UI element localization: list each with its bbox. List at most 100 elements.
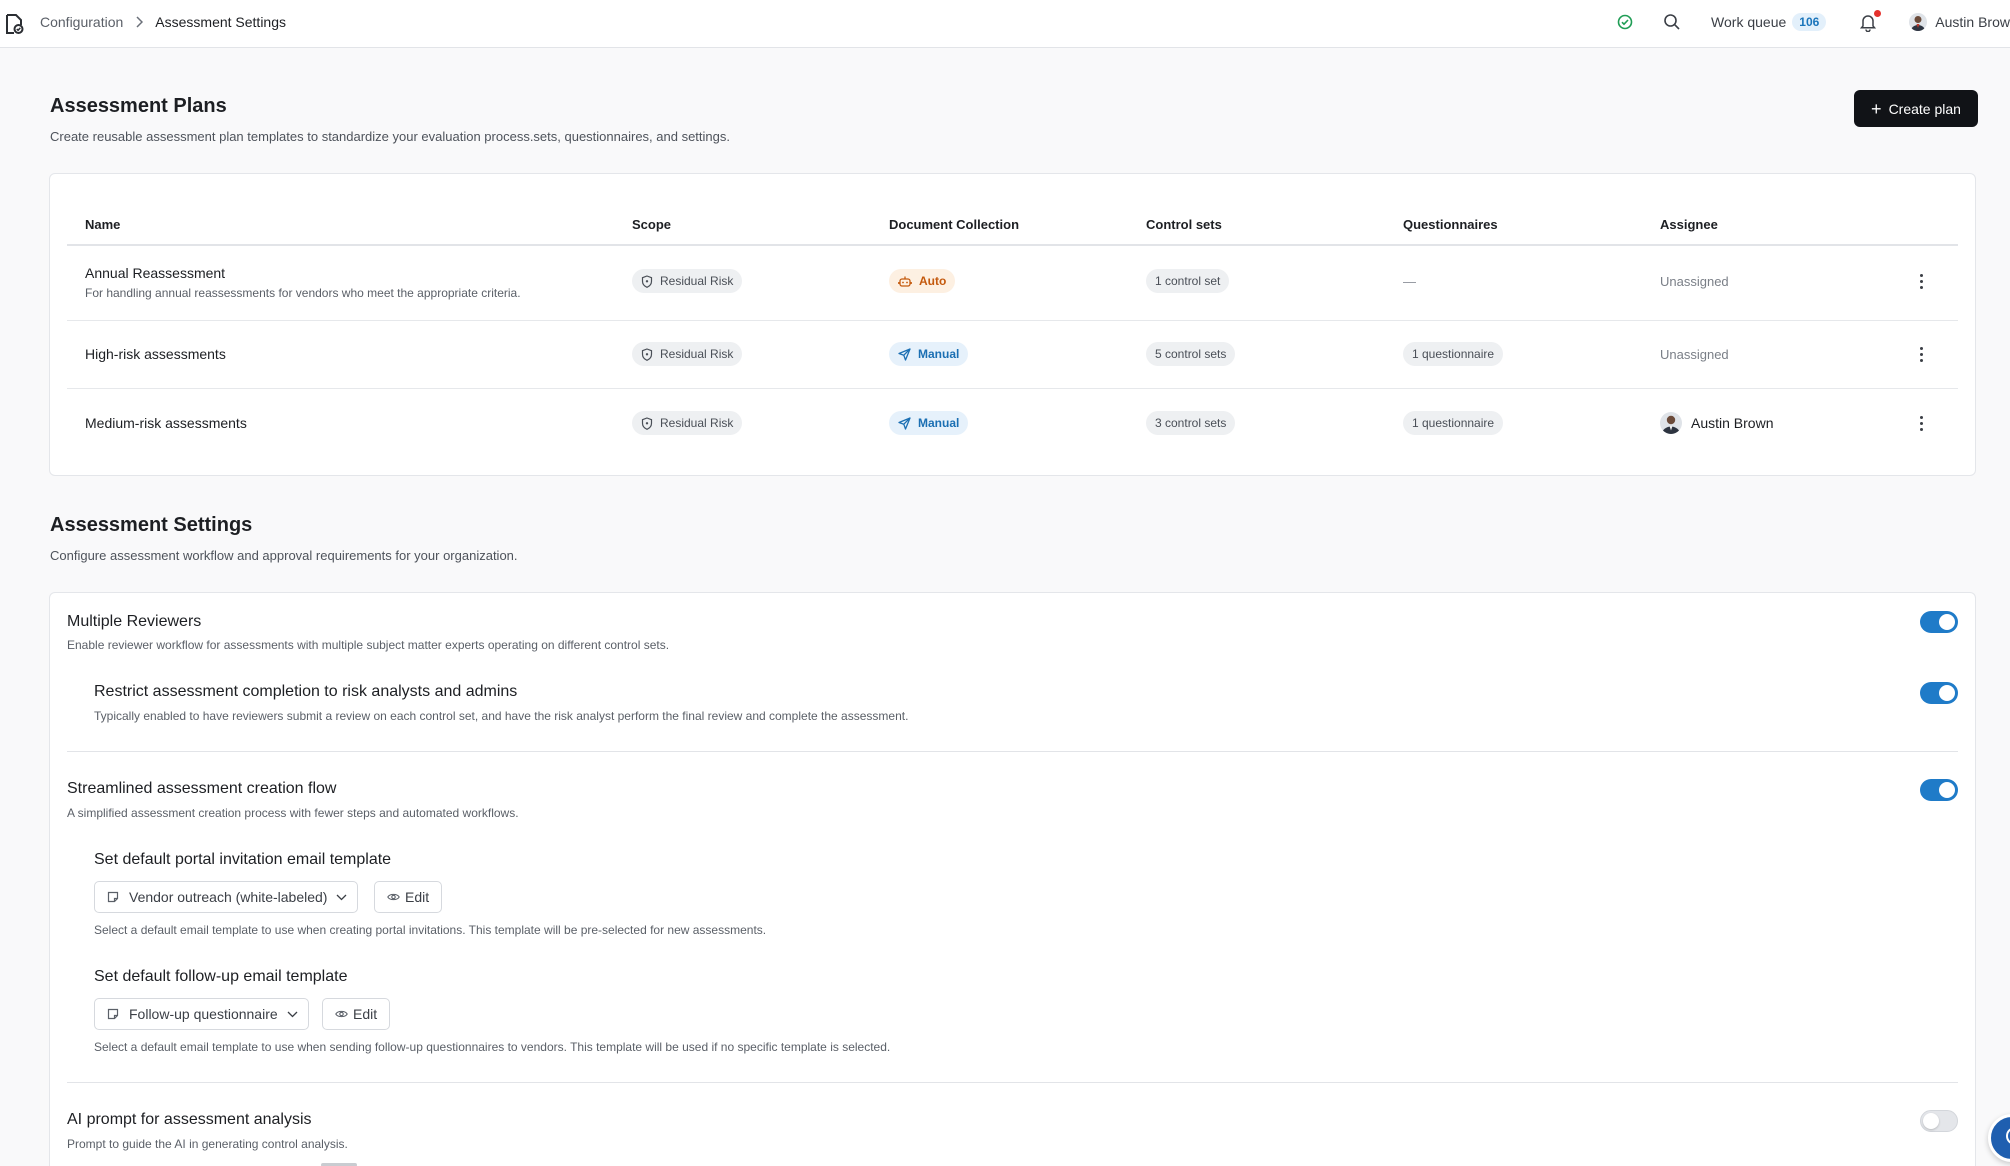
work-queue-button[interactable]: Work queue 106 (1711, 13, 1827, 31)
assignee-user[interactable]: Austin Brown (1660, 412, 1773, 434)
followup-template-edit-button[interactable]: Edit (322, 998, 391, 1030)
assignee-unassigned: Unassigned (1660, 274, 1729, 289)
column-header-scope[interactable]: Scope (632, 217, 671, 232)
assessment-plans-description: Create reusable assessment plan template… (50, 129, 730, 144)
streamlined-flow-title: Streamlined assessment creation flow (67, 780, 337, 797)
portal-template-selected: Vendor outreach (white-labeled) (129, 889, 328, 905)
chevron-down-icon (287, 1011, 298, 1018)
table-header-divider (67, 244, 1958, 246)
work-queue-label: Work queue (1711, 14, 1787, 30)
streamlined-flow-description: A simplified assessment creation process… (67, 806, 519, 820)
ai-prompt-toggle[interactable] (1920, 1110, 1958, 1132)
plus-icon: + (1871, 98, 1882, 119)
assessment-settings-title: Assessment Settings (50, 514, 253, 536)
plan-name[interactable]: Medium-risk assessments (85, 415, 247, 431)
notification-bell-icon[interactable] (1859, 9, 1882, 32)
template-icon (107, 1008, 119, 1020)
row-divider (67, 388, 1958, 389)
scope-badge: Residual Risk (632, 269, 743, 293)
search-icon[interactable] (1663, 13, 1681, 31)
scope-label: Residual Risk (660, 274, 734, 288)
assessment-settings-card: Multiple Reviewers Enable reviewer workf… (49, 592, 1976, 1166)
assessment-plans-title: Assessment Plans (50, 95, 227, 117)
assignee-avatar (1660, 412, 1682, 434)
questionnaires-badge: 1 questionnaire (1403, 411, 1504, 435)
column-header-assignee[interactable]: Assignee (1660, 217, 1718, 232)
collection-label: Manual (918, 416, 960, 430)
control-sets-badge: 1 control set (1146, 269, 1230, 293)
shield-icon (641, 347, 653, 361)
plan-name[interactable]: Annual Reassessment (85, 265, 521, 281)
template-icon (107, 891, 119, 903)
shield-icon (641, 416, 653, 430)
column-header-questionnaires[interactable]: Questionnaires (1403, 217, 1498, 232)
app-logo-icon[interactable] (4, 13, 24, 35)
robot-icon (898, 275, 912, 288)
row-actions-kebab-icon[interactable] (1913, 271, 1929, 291)
plan-name[interactable]: High-risk assessments (85, 346, 226, 362)
scope-badge: Residual Risk (632, 411, 743, 435)
settings-divider (67, 1082, 1958, 1083)
ai-prompt-description: Prompt to guide the AI in generating con… (67, 1137, 348, 1151)
column-header-name[interactable]: Name (85, 217, 120, 232)
collection-label: Manual (918, 347, 960, 361)
collection-badge-auto: Auto (889, 269, 956, 293)
chevron-down-icon (336, 894, 347, 901)
restrict-completion-description: Typically enabled to have reviewers subm… (94, 709, 909, 723)
followup-template-selected: Follow-up questionnaire (129, 1006, 278, 1022)
shield-icon (641, 274, 653, 288)
portal-template-title: Set default portal invitation email temp… (94, 851, 392, 868)
column-header-document-collection[interactable]: Document Collection (889, 217, 1019, 232)
plan-name-cell: High-risk assessments (85, 346, 226, 362)
user-menu[interactable]: Austin Brow (1909, 13, 2010, 31)
send-icon (898, 347, 911, 361)
control-sets-badge: 3 control sets (1146, 411, 1236, 435)
questionnaires-empty: — (1403, 274, 1416, 289)
restrict-completion-title: Restrict assessment completion to risk a… (94, 683, 518, 700)
user-name: Austin Brow (1935, 14, 2010, 30)
collection-badge-manual: Manual (889, 411, 969, 435)
edit-label: Edit (353, 1006, 378, 1022)
create-plan-button[interactable]: + Create plan (1854, 90, 1978, 127)
plan-name-cell: Medium-risk assessments (85, 415, 247, 431)
followup-template-select[interactable]: Follow-up questionnaire (94, 998, 309, 1030)
send-icon (898, 416, 911, 430)
breadcrumb: Configuration Assessment Settings (40, 0, 286, 44)
collection-label: Auto (919, 274, 947, 288)
eye-icon (387, 892, 400, 902)
followup-template-help: Select a default email template to use w… (94, 1040, 891, 1054)
portal-template-select[interactable]: Vendor outreach (white-labeled) (94, 881, 359, 913)
ai-prompt-title: AI prompt for assessment analysis (67, 1111, 312, 1128)
portal-template-help: Select a default email template to use w… (94, 923, 767, 937)
status-check-icon[interactable] (1617, 14, 1633, 30)
followup-template-title: Set default follow-up email template (94, 968, 348, 985)
multiple-reviewers-toggle[interactable] (1920, 611, 1958, 633)
top-right-actions: Work queue 106 Austin Brow (1617, 0, 2010, 44)
scope-label: Residual Risk (660, 347, 734, 361)
row-actions-kebab-icon[interactable] (1913, 413, 1929, 433)
column-header-control-sets[interactable]: Control sets (1146, 217, 1222, 232)
breadcrumb-configuration[interactable]: Configuration (40, 14, 123, 30)
row-actions-kebab-icon[interactable] (1913, 344, 1929, 364)
questionnaires-badge: 1 questionnaire (1403, 342, 1504, 366)
chat-icon (2001, 1126, 2010, 1151)
scope-label: Residual Risk (660, 416, 734, 430)
chevron-right-icon (135, 16, 144, 28)
multiple-reviewers-description: Enable reviewer workflow for assessments… (67, 638, 670, 652)
control-sets-badge: 5 control sets (1146, 342, 1236, 366)
assessment-settings-description: Configure assessment workflow and approv… (50, 548, 518, 563)
collection-badge-manual: Manual (889, 342, 969, 366)
eye-icon (335, 1009, 348, 1019)
breadcrumb-current: Assessment Settings (155, 14, 287, 30)
portal-template-edit-button[interactable]: Edit (374, 881, 443, 913)
streamlined-flow-toggle[interactable] (1920, 779, 1958, 801)
chat-support-button[interactable] (1988, 1114, 2010, 1162)
top-bar: Configuration Assessment Settings Work q… (0, 0, 2010, 48)
scope-badge: Residual Risk (632, 342, 743, 366)
user-avatar (1909, 13, 1928, 31)
edit-label: Edit (405, 889, 430, 905)
notification-dot (1874, 9, 1882, 17)
restrict-completion-toggle[interactable] (1920, 682, 1958, 704)
plan-description: For handling annual reassessments for ve… (85, 286, 521, 300)
work-queue-count-badge: 106 (1792, 13, 1827, 31)
